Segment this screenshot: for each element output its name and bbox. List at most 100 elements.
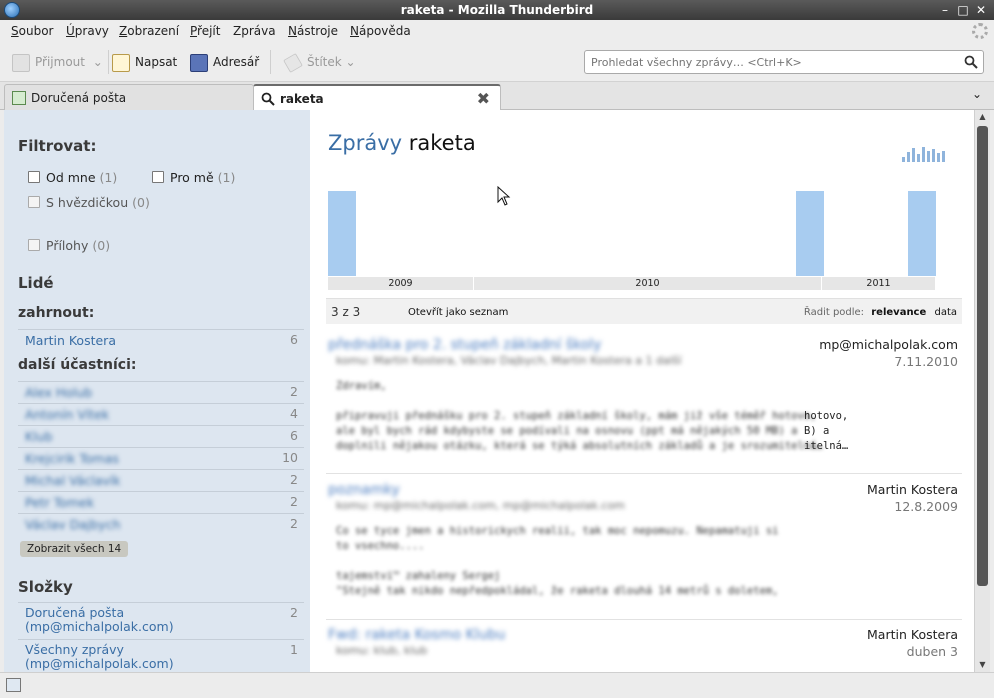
window-title: raketa - Mozilla Thunderbird xyxy=(400,3,594,17)
message-subject[interactable]: Fwd: raketa Kosmo Klubu xyxy=(328,627,505,643)
activity-spinner-icon xyxy=(972,23,988,39)
menu-file[interactable]: Soubor xyxy=(11,24,53,38)
message-snippet-tail: hotovo, B) a itelná… xyxy=(804,410,849,452)
minimize-button[interactable]: – xyxy=(938,3,952,17)
message-from[interactable]: Martin Kostera xyxy=(867,627,958,642)
tab-inbox[interactable]: Doručená pošta xyxy=(4,84,254,110)
sort-relevance-link[interactable]: relevance xyxy=(871,307,926,318)
person-row[interactable]: Alex Holub 2 xyxy=(18,381,304,403)
message-subject[interactable]: přednáška pro 2. stupeň základní školy xyxy=(328,337,601,353)
message-recipients: komu: mp@michalpolak.com, mp@michalpolak… xyxy=(336,499,625,512)
search-input[interactable] xyxy=(591,54,951,70)
global-search-field[interactable] xyxy=(584,50,984,74)
folder-row[interactable]: Doručená pošta (mp@michalpolak.com) 2 xyxy=(18,602,304,639)
toolbar-separator xyxy=(270,50,271,74)
receive-button[interactable]: Přijmout ⌄ xyxy=(12,52,103,72)
tab-bar: Doručená pošta raketa ✖ ⌄ xyxy=(0,82,994,110)
search-icon xyxy=(261,92,275,106)
addressbook-button[interactable]: Adresář xyxy=(190,52,259,72)
scroll-up-arrow-icon[interactable]: ▲ xyxy=(975,110,990,124)
tag-button[interactable]: Štítek ⌄ xyxy=(283,52,356,73)
menu-help[interactable]: Nápověda xyxy=(350,24,411,38)
filter-attachments[interactable]: Přílohy (0) xyxy=(28,238,110,253)
close-button[interactable]: ✕ xyxy=(974,3,988,17)
message-snippet: Co se tyce jmen a historickych realii, t… xyxy=(336,525,779,597)
search-results-pane: Zprávy raketa 2009 2010 2011 3 z 3 Otevř… xyxy=(310,110,974,672)
message-date: 7.11.2010 xyxy=(894,354,958,369)
write-button[interactable]: Napsat xyxy=(112,52,177,72)
timeline-bar[interactable] xyxy=(328,191,356,276)
message-result[interactable]: Fwd: raketa Kosmo Klubu Martin Kostera k… xyxy=(326,627,962,667)
menu-message[interactable]: Zpráva xyxy=(233,24,276,38)
page-title: Zprávy raketa xyxy=(328,131,476,155)
divider xyxy=(326,619,962,620)
results-count: 3 z 3 xyxy=(331,305,361,319)
message-result[interactable]: poznamky Martin Kostera komu: mp@michalp… xyxy=(326,482,962,606)
checkbox[interactable] xyxy=(28,171,40,183)
timeline-bar[interactable] xyxy=(796,191,824,276)
person-row[interactable]: Klub 6 xyxy=(18,425,304,447)
show-all-people-button[interactable]: Zobrazit všech 14 xyxy=(20,541,129,557)
open-as-list-link[interactable]: Otevřít jako seznam xyxy=(408,307,508,318)
menu-bar: Soubor Úpravy Zobrazení Přejít Zpráva Ná… xyxy=(0,20,994,42)
tab-search-results[interactable]: raketa ✖ xyxy=(253,84,501,110)
axis-label-2011[interactable]: 2011 xyxy=(822,277,936,290)
include-heading: zahrnout: xyxy=(18,305,95,321)
status-bar xyxy=(0,672,994,698)
menu-go[interactable]: Přejít xyxy=(190,24,220,38)
search-icon[interactable] xyxy=(964,55,978,69)
person-row[interactable]: Martin Kostera 6 xyxy=(18,329,304,351)
checkbox[interactable] xyxy=(28,196,40,208)
person-row[interactable]: Antonín Vítek 4 xyxy=(18,403,304,425)
person-row[interactable]: Václav Dajbych 2 xyxy=(18,513,304,535)
timeline-bar[interactable] xyxy=(908,191,936,276)
offline-status-icon[interactable] xyxy=(6,678,21,692)
divider xyxy=(326,473,962,474)
scroll-down-arrow-icon[interactable]: ▼ xyxy=(975,658,990,672)
sort-date-link[interactable]: data xyxy=(934,307,957,318)
person-row[interactable]: Michal Václavík 2 xyxy=(18,469,304,491)
toolbar-separator xyxy=(108,50,109,74)
message-recipients: komu: Martin Kostera, Václav Dajbych, Ma… xyxy=(336,354,682,367)
addressbook-icon xyxy=(190,53,208,72)
other-participants-heading: další účastníci: xyxy=(18,357,137,373)
compose-icon xyxy=(112,53,130,72)
filter-from-me[interactable]: Od mne (1) xyxy=(28,170,117,185)
person-row[interactable]: Krejcirik Tomas 10 xyxy=(18,447,304,469)
vertical-scrollbar[interactable]: ▲ ▼ xyxy=(974,110,990,672)
checkbox[interactable] xyxy=(152,171,164,183)
filter-to-me[interactable]: Pro mě (1) xyxy=(152,170,235,185)
title-bar: raketa - Mozilla Thunderbird – □ ✕ xyxy=(0,0,994,20)
message-date: duben 3 xyxy=(906,644,958,659)
folder-row[interactable]: Všechny zprávy (mp@michalpolak.com) 1 xyxy=(18,639,304,672)
inbox-icon xyxy=(12,91,26,105)
sort-controls: Řadit podle: relevance data xyxy=(803,307,957,318)
message-snippet: Zdravím, připravuji přednášku pro 2. stu… xyxy=(336,380,823,452)
people-heading: Lidé xyxy=(18,274,54,292)
timeline-toggle-icon[interactable] xyxy=(902,146,946,162)
message-date: 12.8.2009 xyxy=(894,499,958,514)
message-recipients: komu: klub, klub xyxy=(336,644,428,657)
message-result[interactable]: přednáška pro 2. stupeň základní školy m… xyxy=(326,337,962,461)
message-subject[interactable]: poznamky xyxy=(328,482,400,498)
filter-heading: Filtrovat: xyxy=(18,137,97,155)
tag-icon xyxy=(283,52,303,73)
folders-heading: Složky xyxy=(18,578,73,596)
axis-label-2010[interactable]: 2010 xyxy=(474,277,822,290)
timeline-chart[interactable]: 2009 2010 2011 xyxy=(328,190,936,290)
message-from[interactable]: Martin Kostera xyxy=(867,482,958,497)
message-from[interactable]: mp@michalpolak.com xyxy=(819,337,958,352)
menu-tools[interactable]: Nástroje xyxy=(288,24,338,38)
scrollbar-thumb[interactable] xyxy=(977,126,988,586)
menu-view[interactable]: Zobrazení xyxy=(119,24,179,38)
mouse-cursor-icon xyxy=(497,186,511,206)
person-row[interactable]: Petr Tomek 2 xyxy=(18,491,304,513)
axis-label-2009[interactable]: 2009 xyxy=(328,277,474,290)
close-tab-icon[interactable]: ✖ xyxy=(477,89,490,108)
tab-list-chevron-down-icon[interactable]: ⌄ xyxy=(972,87,982,101)
facet-sidebar: Filtrovat: Od mne (1) Pro mě (1) S hvězd… xyxy=(4,110,310,672)
maximize-button[interactable]: □ xyxy=(956,3,970,17)
filter-starred[interactable]: S hvězdičkou (0) xyxy=(28,195,150,210)
menu-edit[interactable]: Úpravy xyxy=(66,24,109,38)
checkbox[interactable] xyxy=(28,239,40,251)
